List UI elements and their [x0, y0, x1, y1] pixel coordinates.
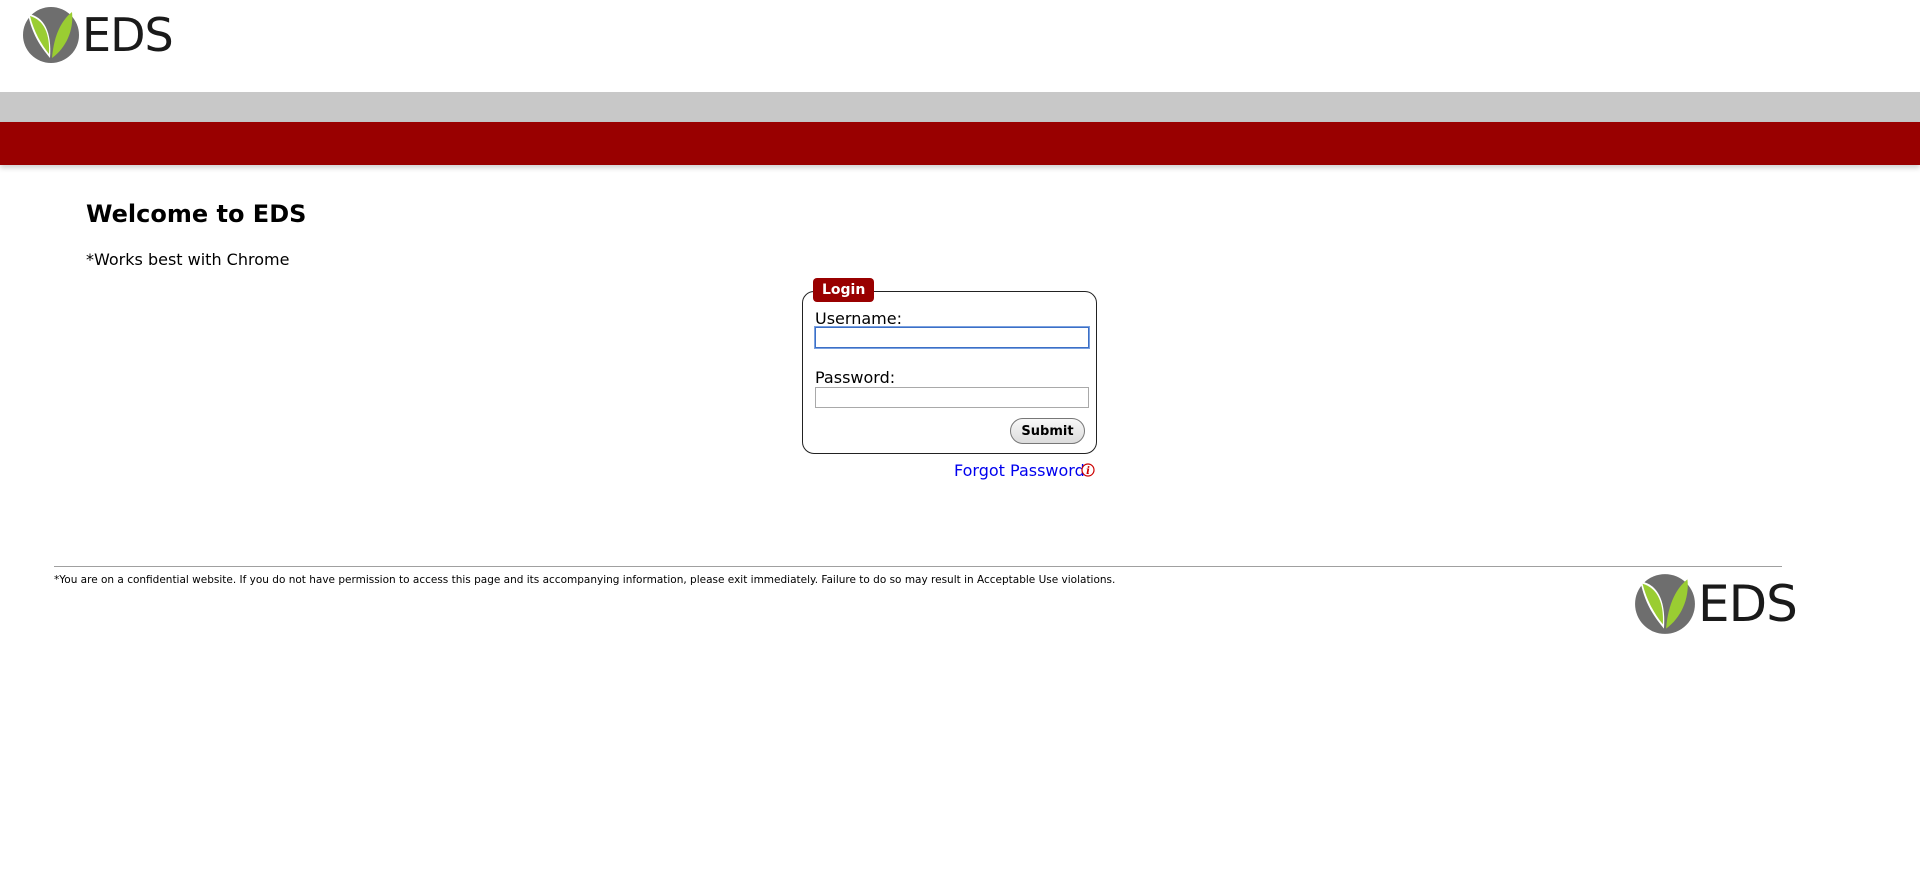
info-icon[interactable]: i	[1081, 462, 1095, 481]
submit-button[interactable]: Submit	[1010, 418, 1085, 444]
username-input[interactable]	[815, 327, 1089, 348]
page-title: Welcome to EDS	[86, 200, 307, 228]
confidential-disclaimer: *You are on a confidential website. If y…	[54, 574, 1116, 586]
footer-divider	[54, 566, 1782, 567]
forgot-password-link[interactable]: Forgot Password?	[954, 461, 1093, 480]
leaf-logo-icon	[23, 7, 79, 63]
browser-note: *Works best with Chrome	[86, 250, 290, 269]
footer-eds-logo: EDS	[1634, 573, 1798, 635]
logo-text: EDS	[82, 8, 174, 62]
username-label: Username:	[815, 309, 902, 328]
gray-band	[0, 92, 1920, 122]
svg-text:i: i	[1086, 466, 1090, 477]
password-input[interactable]	[815, 387, 1089, 408]
site-header: EDS	[0, 0, 1920, 92]
password-label: Password:	[815, 368, 896, 387]
footer-logo-text: EDS	[1698, 575, 1798, 633]
eds-logo[interactable]: EDS	[22, 6, 174, 64]
login-legend: Login	[813, 278, 875, 302]
leaf-logo-icon	[1635, 574, 1695, 634]
red-nav-band	[0, 122, 1920, 165]
